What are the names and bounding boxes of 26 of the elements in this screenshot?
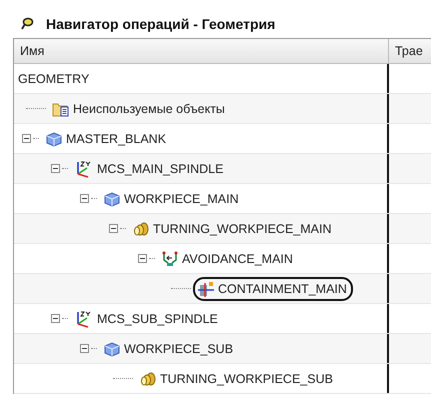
tree-item[interactable]: AVOIDANCE_MAIN [157, 246, 299, 270]
cube-icon [103, 190, 121, 206]
collapse-icon[interactable] [51, 314, 60, 323]
cube-icon [45, 130, 63, 146]
tree-item[interactable]: GEOMETRY [18, 72, 90, 86]
cylinder-icon [139, 370, 157, 386]
containment-icon [197, 280, 215, 296]
column-header[interactable]: Трае [389, 39, 431, 63]
column-header[interactable]: Имя [14, 39, 389, 63]
tree-item[interactable]: MCS_SUB_SPINDLE [70, 306, 224, 332]
avoidance-icon [161, 250, 179, 266]
collapse-icon[interactable] [109, 224, 118, 233]
cylinder-icon [132, 220, 150, 236]
tree-item[interactable]: WORKPIECE_MAIN [99, 186, 245, 210]
collapse-icon[interactable] [80, 344, 89, 353]
collapse-icon[interactable] [138, 254, 147, 263]
collapse-icon[interactable] [22, 134, 31, 143]
pin-icon [20, 17, 34, 31]
folder-icon [52, 100, 70, 116]
window-title: Навигатор операций - Геометрия [46, 16, 276, 32]
tree-item[interactable]: MASTER_BLANK [41, 126, 172, 150]
cube-icon [103, 340, 121, 356]
collapse-icon[interactable] [80, 194, 89, 203]
collapse-icon[interactable] [51, 164, 60, 173]
tree-item[interactable]: TURNING_WORKPIECE_SUB [135, 366, 339, 390]
highlighted-tree-item[interactable]: CONTAINMENT_MAIN [193, 276, 353, 300]
